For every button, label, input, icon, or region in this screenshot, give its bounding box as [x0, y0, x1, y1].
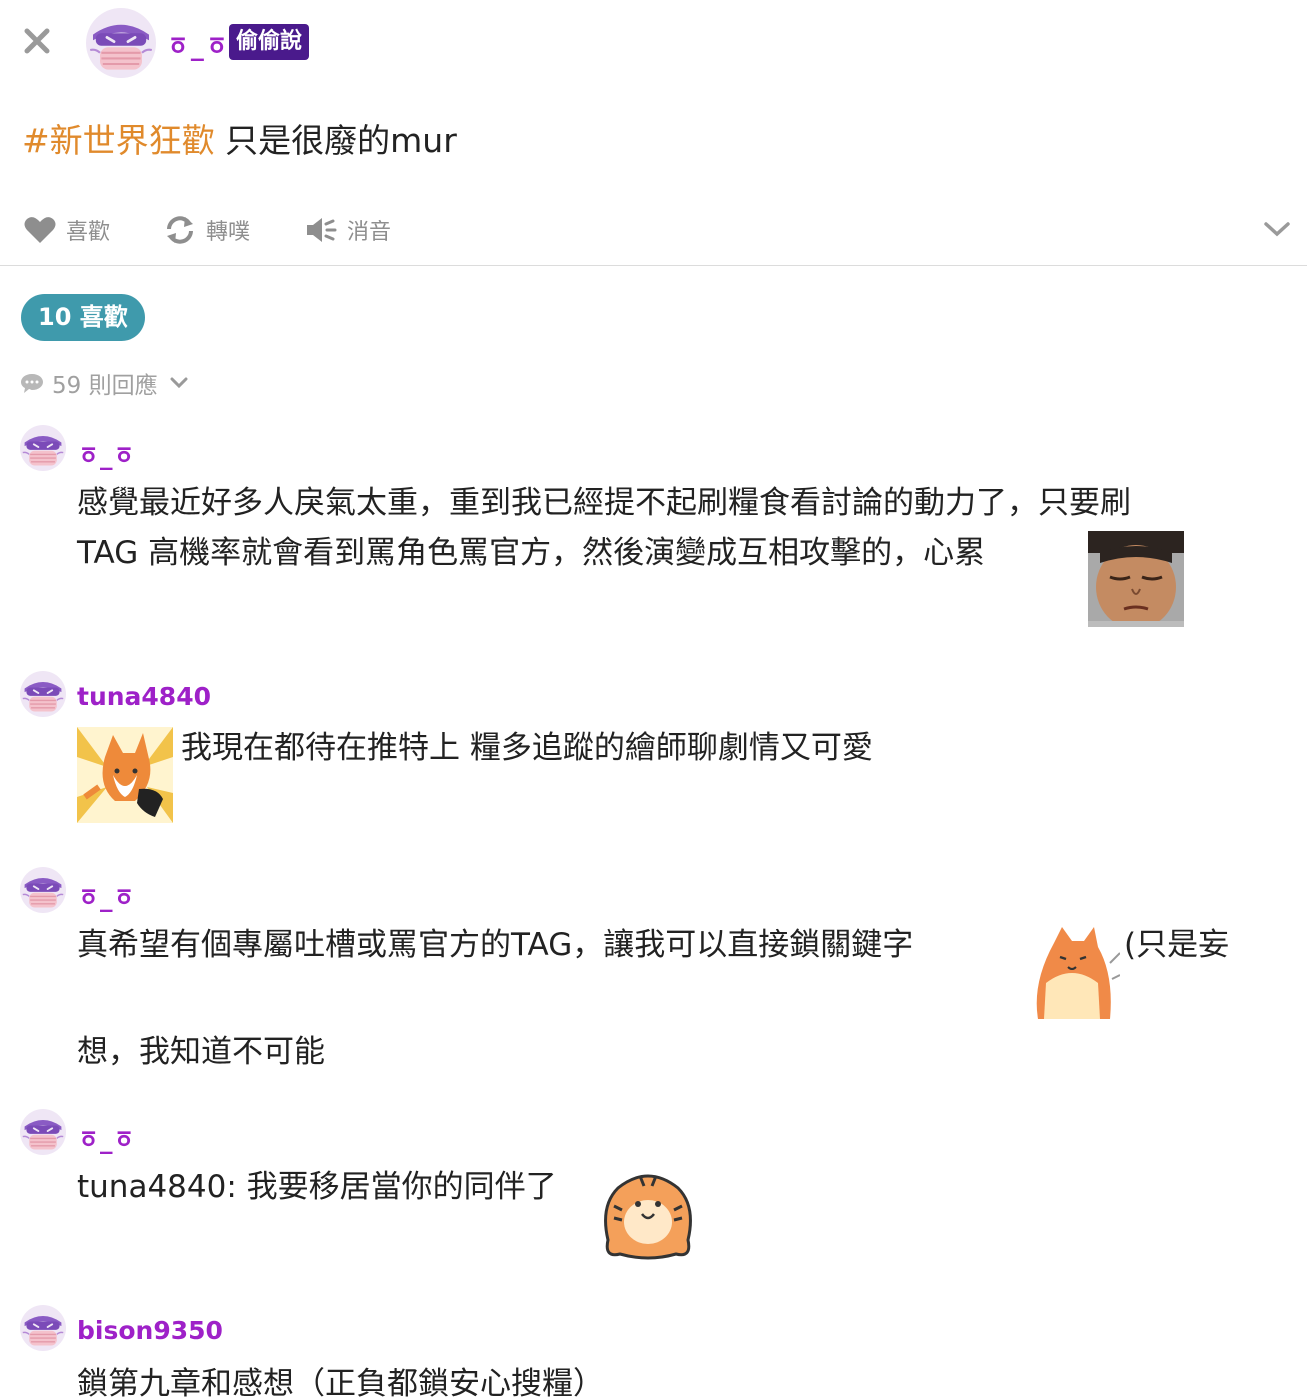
divider — [0, 265, 1307, 266]
op-avatar[interactable] — [86, 8, 156, 78]
post-text: 只是很廢的mur — [214, 121, 457, 160]
chevron-down-icon[interactable] — [1262, 218, 1292, 240]
fox-emoticon — [1036, 927, 1120, 1019]
response-avatar[interactable] — [20, 425, 66, 471]
response-text: 我現在都待在推特上 糧多追蹤的繪師聊劇情又可愛 — [181, 730, 873, 766]
post-content: #新世界狂歡 只是很廢的mur — [22, 118, 457, 164]
response-text: 真希望有個專屬吐槽或罵官方的TAG，讓我可以直接鎖關鍵字 — [77, 927, 914, 963]
response-text: 想，我知道不可能 — [77, 1034, 325, 1070]
response-avatar[interactable] — [20, 867, 66, 913]
response-text: 感覺最近好多人戾氣太重，重到我已經提不起刷糧食看討論的動力了，只要刷 — [77, 485, 1131, 521]
response-avatar[interactable] — [20, 1305, 66, 1351]
response-avatar[interactable] — [20, 1109, 66, 1155]
response-username[interactable]: ㆆ_ㆆ — [77, 436, 136, 472]
replurk-label: 轉噗 — [206, 220, 251, 245]
anonymous-badge: 偷偷說 — [229, 24, 310, 60]
close-icon[interactable] — [22, 26, 52, 56]
mute-label: 消音 — [347, 220, 392, 245]
replurk-icon — [167, 216, 193, 244]
mute-button[interactable]: 消音 — [305, 208, 391, 252]
response-text: 鎖第九章和感想（正負都鎖安心搜糧） — [77, 1366, 604, 1398]
likes-count-button[interactable]: 10 喜歡 — [21, 294, 145, 341]
face-emoticon — [1088, 531, 1184, 627]
response-text: tuna4840: 我要移居當你的同伴了 — [77, 1169, 557, 1205]
like-label: 喜歡 — [66, 220, 111, 245]
replurk-button[interactable]: 轉噗 — [164, 208, 250, 252]
response-text: TAG 高機率就會看到罵角色罵官方，然後演變成互相攻擊的，心累 — [77, 535, 986, 571]
speaker-mute-icon — [307, 218, 337, 242]
reply-count-toggle[interactable]: 59 則回應 — [20, 366, 196, 400]
response-username[interactable]: bison9350 — [77, 1316, 223, 1345]
fox-emoticon — [77, 727, 173, 823]
response-username[interactable]: tuna4840 — [77, 682, 211, 711]
response-username[interactable]: ㆆ_ㆆ — [77, 878, 136, 914]
post-hashtag[interactable]: #新世界狂歡 — [22, 121, 215, 160]
response-text: (只是妄 — [1124, 927, 1230, 963]
op-username[interactable]: ㆆ_ㆆ — [166, 26, 230, 63]
speech-bubble-icon — [21, 374, 43, 393]
tiger-emoticon — [604, 1174, 692, 1260]
like-button[interactable]: 喜歡 — [24, 208, 110, 252]
response-username[interactable]: ㆆ_ㆆ — [77, 1120, 136, 1156]
response-avatar[interactable] — [20, 671, 66, 717]
reply-count-label: 59 則回應 — [52, 373, 158, 399]
heart-icon — [24, 217, 56, 243]
chevron-down-icon — [170, 377, 188, 389]
